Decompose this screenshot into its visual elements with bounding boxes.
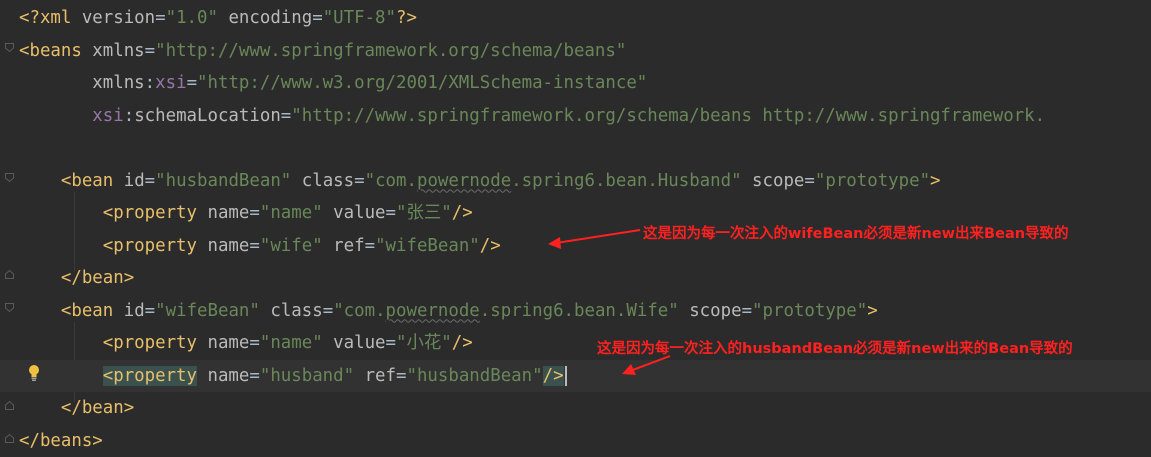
arrow-line-wife bbox=[555, 229, 641, 244]
annotation-arrows bbox=[548, 229, 671, 375]
arrowhead-wife bbox=[548, 237, 561, 249]
arrow-line-husband bbox=[629, 355, 671, 372]
code-editor[interactable]: <?xml version="1.0" encoding="UTF-8"?> <b… bbox=[0, 0, 1151, 454]
